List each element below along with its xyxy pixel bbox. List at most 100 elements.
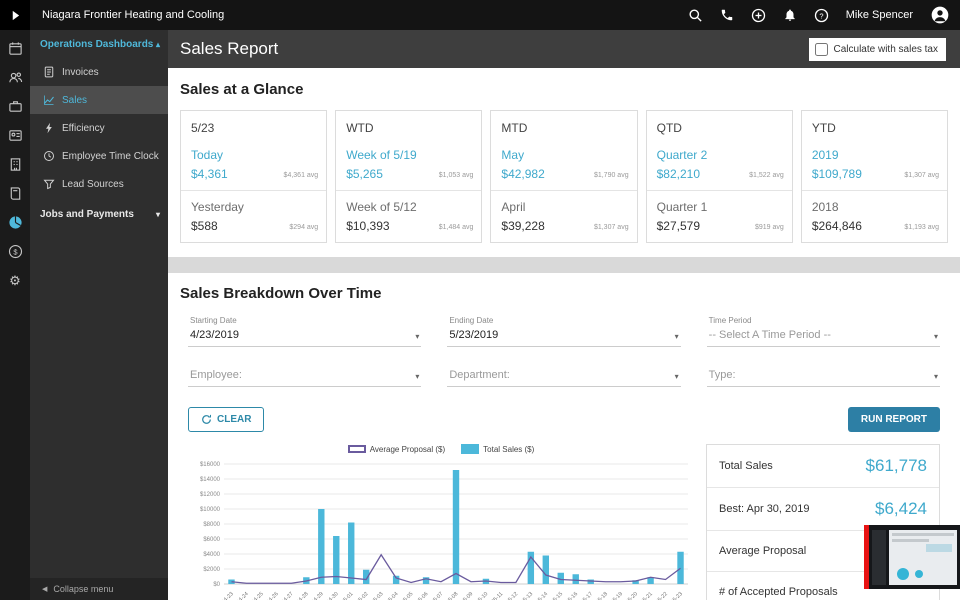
- filter-row-dates: Starting Date 4/23/2019 ▾ Ending Date 5/…: [188, 314, 940, 347]
- sidebar-toggle-button[interactable]: [0, 0, 30, 30]
- card-current-avg: $1,522 avg: [749, 172, 784, 179]
- card-period: MTD: [501, 121, 528, 135]
- starting-date-label: Starting Date: [190, 316, 237, 325]
- company-icon[interactable]: [7, 156, 23, 172]
- card-previous-label: Yesterday: [191, 200, 244, 214]
- payments-icon[interactable]: $: [7, 243, 23, 259]
- sidebar-section-operations-dashboards[interactable]: Operations Dashboards ▴: [30, 30, 168, 58]
- employee-select[interactable]: Employee: ▾: [188, 367, 422, 387]
- summary-label: Best: Apr 30, 2019: [719, 503, 810, 515]
- plus-circle-icon[interactable]: [751, 8, 766, 23]
- card-previous: Week of 5/12 $10,393 $1,484 avg: [336, 190, 482, 242]
- sidebar-item-label: Employee Time Clock: [62, 150, 159, 162]
- sales-tax-toggle[interactable]: Calculate with sales tax: [808, 37, 946, 61]
- starting-date-select[interactable]: Starting Date 4/23/2019 ▾: [188, 314, 422, 347]
- card-current: May $42,982 $1,790 avg: [491, 143, 636, 190]
- summary-label: Average Proposal: [719, 545, 807, 557]
- svg-text:04-30: 04-30: [325, 591, 339, 600]
- type-select[interactable]: Type: ▾: [706, 367, 940, 387]
- screen-share-overlay: [864, 525, 960, 589]
- card-previous-label: Quarter 1: [656, 200, 708, 214]
- bolt-icon: [46, 122, 52, 134]
- glance-card-ytd: YTD 2019 $109,789 $1,307 avg 2018 $264,8…: [800, 110, 949, 243]
- chevron-down-icon: ▾: [933, 372, 938, 381]
- card-current-avg: $1,790 avg: [593, 172, 629, 179]
- card-current: Today $4,361 $4,361 avg: [181, 143, 326, 190]
- chevron-up-icon: ▴: [155, 39, 160, 49]
- filter-row-entities: Employee: ▾ Department: ▾ Type: ▾: [188, 367, 940, 387]
- sidebar-item-sales[interactable]: Sales: [30, 86, 168, 114]
- time-period-select[interactable]: Time Period -- Select A Time Period -- ▾: [706, 314, 940, 347]
- overlay-mini-dot: [915, 570, 923, 578]
- svg-text:05-17: 05-17: [580, 591, 594, 600]
- app: Niagara Frontier Heating and Cooling ? M…: [0, 0, 960, 600]
- invoice-icon: [44, 66, 54, 78]
- sidebar-item-label: Invoices: [62, 66, 99, 78]
- overlay-mini-dot: [897, 568, 909, 580]
- svg-text:$6000: $6000: [203, 537, 220, 543]
- card-previous-label: Week of 5/12: [346, 200, 417, 214]
- help-icon[interactable]: ?: [814, 8, 829, 23]
- sales-tax-checkbox[interactable]: [814, 42, 828, 56]
- card-previous: 2018 $264,846 $1,193 avg: [801, 190, 948, 242]
- svg-text:05-02: 05-02: [355, 591, 369, 600]
- breakdown-title: Sales Breakdown Over Time: [180, 285, 382, 302]
- svg-text:05-19: 05-19: [610, 591, 624, 600]
- contacts-icon[interactable]: [7, 127, 23, 143]
- svg-text:05-12: 05-12: [505, 591, 519, 600]
- svg-text:05-18: 05-18: [595, 591, 609, 600]
- refresh-icon: [202, 414, 212, 424]
- settings-gear-icon[interactable]: ⚙: [7, 272, 23, 288]
- legend-line-swatch: [347, 445, 366, 453]
- svg-text:04-29: 04-29: [311, 591, 325, 600]
- svg-text:$0: $0: [213, 582, 220, 588]
- sidebar-item-invoices[interactable]: Invoices: [30, 58, 168, 86]
- legend-total-sales: Total Sales ($): [461, 444, 534, 454]
- calendar-icon[interactable]: [7, 40, 23, 56]
- card-previous: April $39,228 $1,307 avg: [491, 190, 637, 242]
- svg-text:04-24: 04-24: [236, 591, 250, 600]
- svg-text:$2000: $2000: [203, 567, 220, 573]
- card-current-label: Today: [191, 148, 224, 162]
- chevron-down-icon: ▾: [155, 209, 160, 219]
- ending-date-select[interactable]: Ending Date 5/23/2019 ▾: [447, 314, 681, 347]
- svg-text:05-03: 05-03: [370, 591, 384, 600]
- sidebar-item-efficiency[interactable]: Efficiency: [30, 114, 168, 142]
- sales-breakdown-section: Sales Breakdown Over Time Starting Date …: [168, 273, 960, 600]
- svg-text:05-07: 05-07: [430, 591, 444, 600]
- card-current-avg: $1,053 avg: [438, 172, 474, 179]
- section-divider: [168, 257, 960, 273]
- avatar[interactable]: [930, 5, 950, 25]
- sidebar: Operations Dashboards ▴ Invoices Sales E…: [30, 30, 168, 600]
- card-current: 2019 $109,789 $1,307 avg: [802, 143, 947, 190]
- sales-chart-icon: [44, 95, 54, 105]
- sidebar-item-employee-time-clock[interactable]: Employee Time Clock: [30, 142, 168, 170]
- chevron-down-icon: ▾: [933, 332, 938, 341]
- dashboards-pie-icon[interactable]: [7, 214, 23, 230]
- collapse-menu-button[interactable]: ◀ Collapse menu: [30, 578, 168, 600]
- svg-text:04-23: 04-23: [221, 591, 235, 600]
- phone-icon[interactable]: [720, 8, 734, 22]
- legend-bar-swatch: [461, 444, 480, 454]
- department-select[interactable]: Department: ▾: [447, 367, 681, 387]
- bell-icon[interactable]: [783, 8, 797, 22]
- card-previous-label: April: [501, 200, 526, 214]
- sidebar-item-lead-sources[interactable]: Lead Sources: [30, 170, 168, 198]
- glance-card-day: 5/23 Today $4,361 $4,361 avg Yesterday $…: [180, 110, 328, 243]
- search-icon[interactable]: [688, 8, 703, 23]
- sidebar-section-jobs-and-payments[interactable]: Jobs and Payments ▾: [30, 200, 168, 228]
- svg-text:05-08: 05-08: [445, 591, 459, 600]
- sales-chart: $0 $2000 $4000 $6000 $8000 $10000 $12000 $14000…: [200, 462, 688, 600]
- card-current: Week of 5/19 $5,265 $1,053 avg: [336, 143, 481, 190]
- briefcase-icon[interactable]: [7, 98, 23, 114]
- legend-label: Total Sales ($): [483, 444, 535, 454]
- svg-text:05-23: 05-23: [670, 591, 684, 600]
- report-area: Average Proposal ($) Total Sales ($) $0 $…: [188, 444, 940, 600]
- card-period: 5/23: [191, 121, 215, 135]
- collapse-label: Collapse menu: [53, 584, 114, 594]
- team-icon[interactable]: [7, 69, 23, 85]
- svg-text:05-20: 05-20: [625, 591, 639, 600]
- book-icon[interactable]: [7, 185, 23, 201]
- clear-button[interactable]: CLEAR: [188, 407, 265, 432]
- run-report-button[interactable]: RUN REPORT: [847, 407, 940, 432]
